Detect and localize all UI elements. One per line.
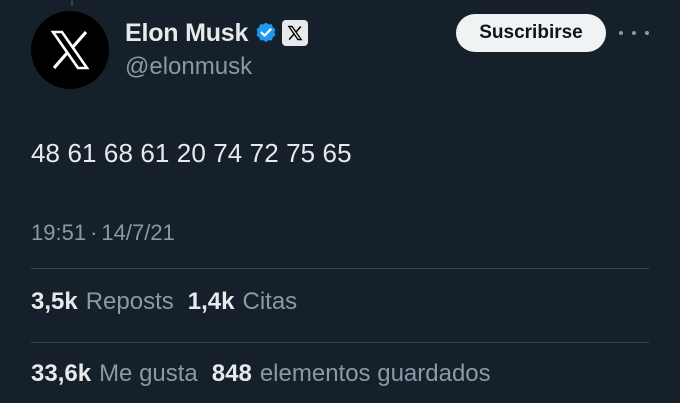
likes-count: 33,6k <box>31 360 92 387</box>
tweet-timestamp[interactable]: 19:51 · 14/7/21 <box>31 220 175 246</box>
likes-stat[interactable]: 33,6k Me gusta <box>31 360 198 388</box>
tweet-date: 14/7/21 <box>101 220 175 245</box>
more-horizontal-icon <box>619 31 623 35</box>
divider <box>31 268 649 269</box>
more-horizontal-icon <box>632 31 636 35</box>
tweet-time: 19:51 <box>31 220 87 245</box>
stats-row-likes: 33,6k Me gusta 848 elementos guardados <box>31 360 505 388</box>
stats-row-reposts: 3,5k Reposts 1,4k Citas <box>31 288 311 316</box>
divider <box>31 342 649 343</box>
more-horizontal-icon <box>645 31 649 35</box>
author-display-name[interactable]: Elon Musk <box>125 19 248 48</box>
author-info: Elon Musk @elonmusk <box>125 17 309 81</box>
bookmarks-label: elementos guardados <box>259 360 491 387</box>
bookmarks-count: 848 <box>211 360 252 387</box>
affiliate-badge[interactable] <box>282 20 309 46</box>
x-logo-icon <box>50 30 90 70</box>
x-logo-icon <box>287 25 303 41</box>
author-handle[interactable]: @elonmusk <box>125 53 308 81</box>
author-name-row: Elon Musk <box>125 17 309 49</box>
quotes-count: 1,4k <box>187 288 235 315</box>
verified-badge-icon[interactable] <box>254 21 278 45</box>
more-options-button[interactable] <box>619 22 649 44</box>
thread-connector-line <box>71 0 73 6</box>
tweet-text: 48 61 68 61 20 74 72 75 65 <box>31 138 352 168</box>
reposts-label: Reposts <box>85 288 174 315</box>
quotes-stat[interactable]: 1,4k Citas <box>188 288 297 316</box>
subscribe-button[interactable]: Suscribirse <box>456 14 606 52</box>
avatar[interactable] <box>31 11 109 89</box>
quotes-label: Citas <box>242 288 298 315</box>
bookmarks-stat[interactable]: 848 elementos guardados <box>212 360 491 388</box>
timestamp-separator: · <box>90 220 98 245</box>
reposts-count: 3,5k <box>31 288 78 315</box>
likes-label: Me gusta <box>99 360 198 387</box>
tweet-header: Elon Musk @elonmusk Suscribirse <box>31 11 680 91</box>
reposts-stat[interactable]: 3,5k Reposts <box>31 288 174 316</box>
